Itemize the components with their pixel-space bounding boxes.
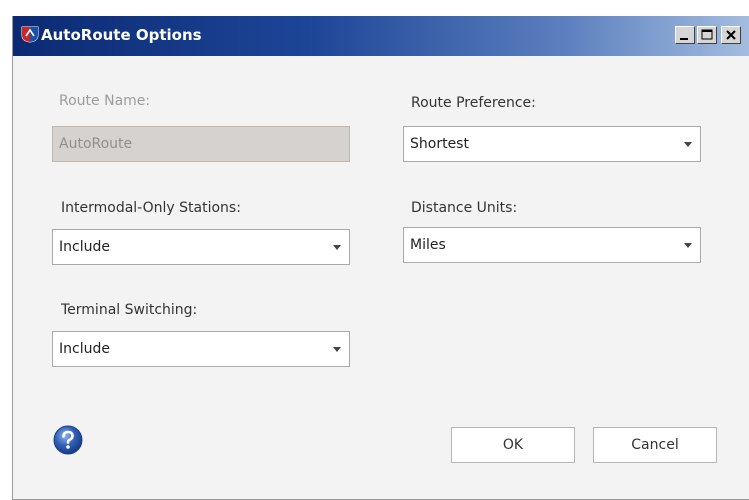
chevron-down-icon (333, 245, 341, 250)
chevron-down-icon (684, 142, 692, 147)
ok-button[interactable]: OK (451, 427, 575, 463)
terminal-switching-value: Include (59, 341, 110, 357)
minimize-button[interactable] (675, 26, 695, 44)
cancel-button[interactable]: Cancel (593, 427, 717, 463)
close-button[interactable] (721, 26, 741, 44)
close-icon (726, 30, 736, 40)
route-name-field: AutoRoute (52, 126, 350, 162)
distance-units-dropdown[interactable]: Miles (403, 227, 701, 263)
chevron-down-icon (333, 347, 341, 352)
autoroute-options-dialog: AutoRoute Options Route Name: AutoRoute … (12, 16, 749, 500)
title-bar[interactable]: AutoRoute Options (13, 16, 749, 56)
distance-units-value: Miles (410, 237, 446, 253)
route-preference-label: Route Preference: (411, 95, 536, 111)
route-name-value: AutoRoute (59, 136, 133, 152)
help-icon[interactable] (53, 425, 83, 455)
chevron-down-icon (684, 243, 692, 248)
distance-units-label: Distance Units: (411, 200, 518, 216)
intermodal-only-stations-value: Include (59, 239, 110, 255)
route-preference-value: Shortest (410, 136, 469, 152)
window-title: AutoRoute Options (41, 26, 202, 44)
minimize-icon (680, 38, 688, 40)
intermodal-only-stations-label: Intermodal-Only Stations: (61, 200, 241, 216)
maximize-button[interactable] (697, 26, 717, 44)
maximize-icon (701, 29, 713, 40)
route-preference-dropdown[interactable]: Shortest (403, 126, 701, 162)
terminal-switching-label: Terminal Switching: (61, 302, 198, 318)
terminal-switching-dropdown[interactable]: Include (52, 331, 350, 367)
autoroute-app-icon (21, 25, 39, 43)
route-name-label: Route Name: (59, 93, 151, 109)
intermodal-only-stations-dropdown[interactable]: Include (52, 229, 350, 265)
